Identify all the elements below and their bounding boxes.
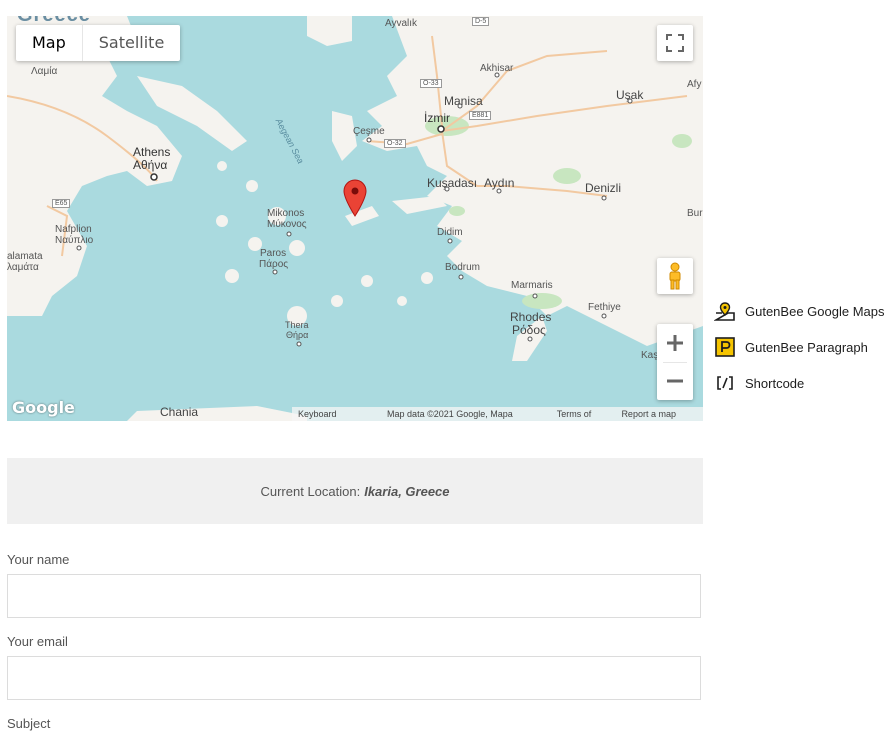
subject-label: Subject	[7, 716, 51, 731]
zoom-divider	[663, 362, 687, 363]
block-shortcode[interactable]: Shortcode	[714, 372, 804, 394]
map-marker-icon[interactable]	[343, 179, 367, 217]
report-map-error-link[interactable]: Report a map error	[615, 407, 703, 421]
map-attribution: Keyboard shortcuts Map data ©2021 Google…	[292, 407, 703, 421]
block-gutenbee-paragraph[interactable]: GutenBee Paragraph	[714, 336, 868, 358]
street-view-button[interactable]	[657, 258, 693, 294]
current-location-label: Current Location:	[260, 483, 361, 499]
current-location-bar: Current Location: Ikaria, Greece	[7, 458, 703, 524]
map-type-map-button[interactable]: Map	[16, 25, 82, 61]
block-label: GutenBee Google Maps	[745, 303, 885, 319]
name-field[interactable]	[7, 574, 701, 618]
map-type-control: Map Satellite	[16, 25, 181, 61]
zoom-control	[657, 324, 693, 400]
keyboard-shortcuts-link[interactable]: Keyboard shortcuts	[292, 407, 381, 421]
pegman-icon	[669, 262, 681, 290]
map-pin-icon	[714, 300, 736, 322]
zoom-in-button[interactable]	[657, 324, 693, 362]
block-label: GutenBee Paragraph	[745, 339, 868, 355]
plus-icon	[667, 335, 683, 351]
block-label: Shortcode	[745, 375, 805, 391]
email-label: Your email	[7, 634, 68, 649]
map-data-text: Map data ©2021 Google, Mapa GISrael	[387, 409, 513, 419]
fullscreen-icon	[666, 34, 684, 52]
city-markers	[76, 72, 633, 347]
map-embed[interactable]: Greece Ayvalık Akhisar Manisa İzmir Uşak…	[7, 16, 703, 421]
minus-icon	[667, 379, 683, 383]
fullscreen-button[interactable]	[657, 25, 693, 61]
name-label: Your name	[7, 552, 70, 567]
current-location-value: Ikaria, Greece	[364, 483, 450, 499]
shortcode-icon	[714, 372, 736, 394]
email-field[interactable]	[7, 656, 701, 700]
terms-of-use-link[interactable]: Terms of Use	[551, 407, 616, 421]
google-logo[interactable]: Google	[12, 398, 75, 417]
map-type-satellite-button[interactable]: Satellite	[81, 25, 181, 61]
block-gutenbee-google-maps[interactable]: GutenBee Google Maps	[714, 300, 884, 322]
paragraph-icon	[714, 336, 736, 358]
zoom-out-button[interactable]	[657, 362, 693, 400]
